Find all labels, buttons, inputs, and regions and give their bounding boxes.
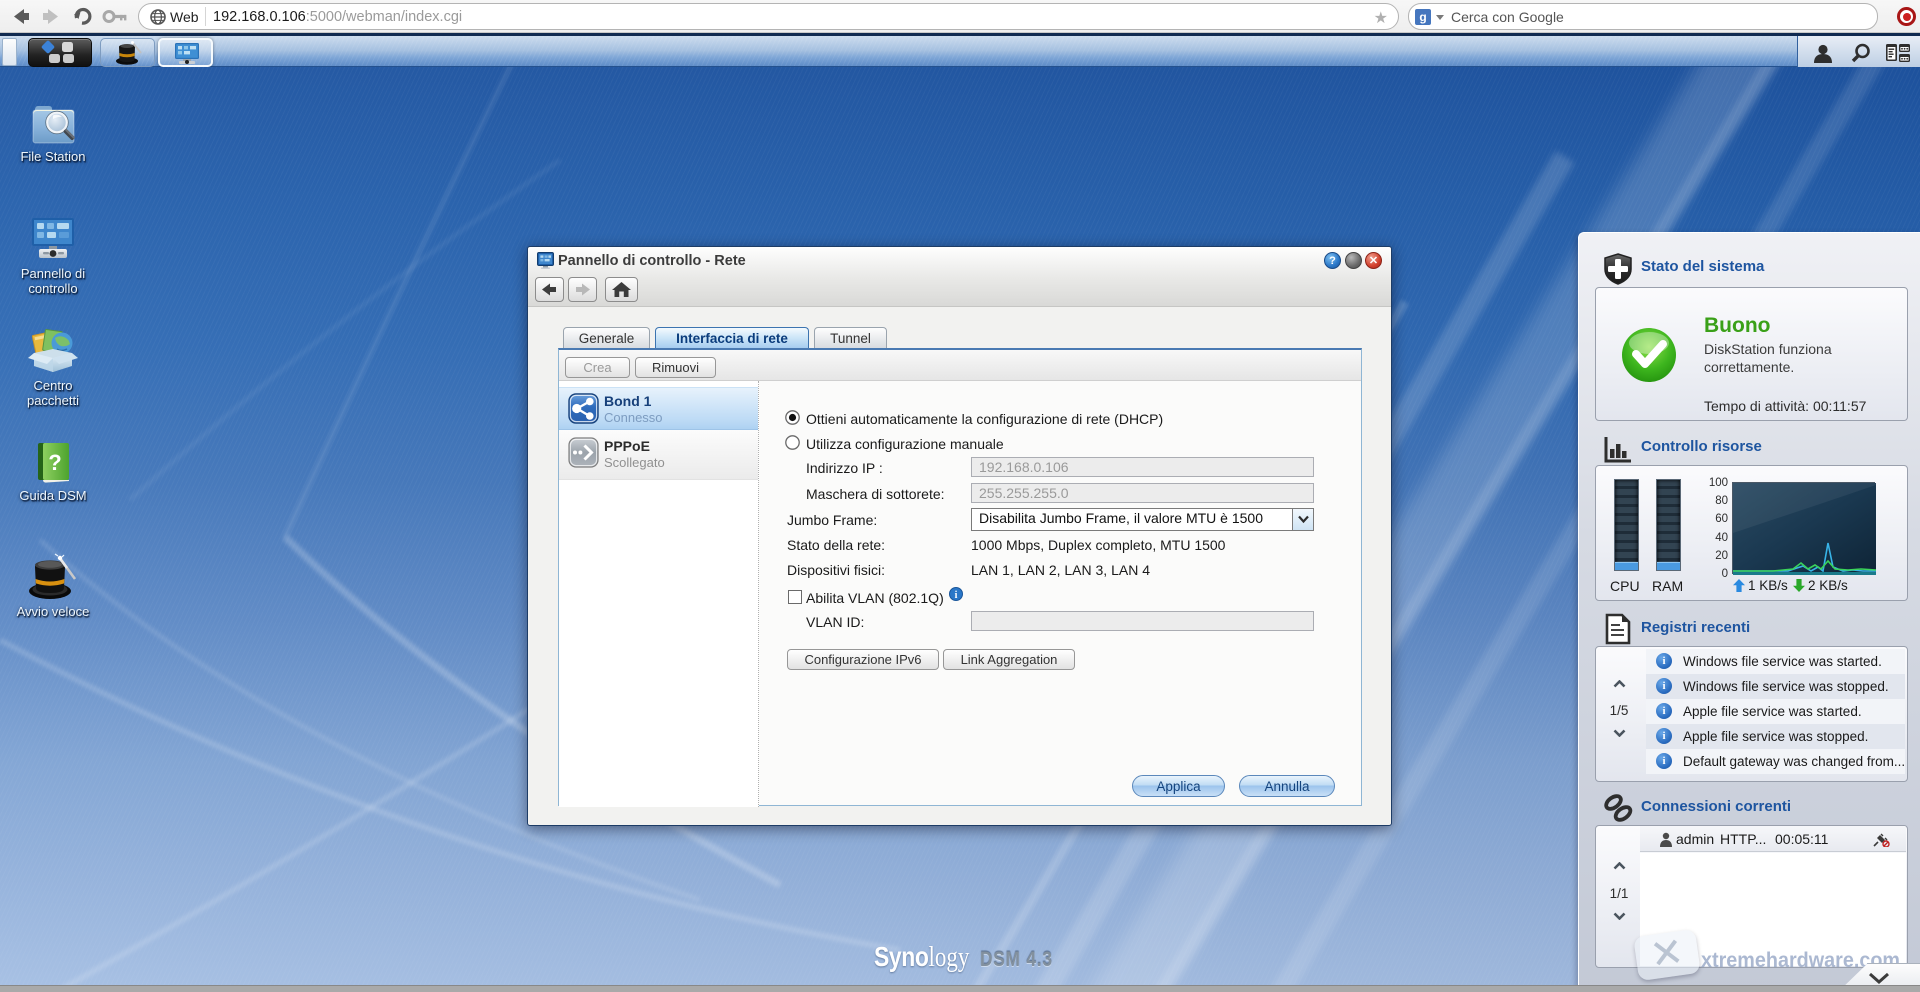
svg-text:?: ? [48, 450, 61, 475]
svg-text:i: i [955, 590, 958, 601]
